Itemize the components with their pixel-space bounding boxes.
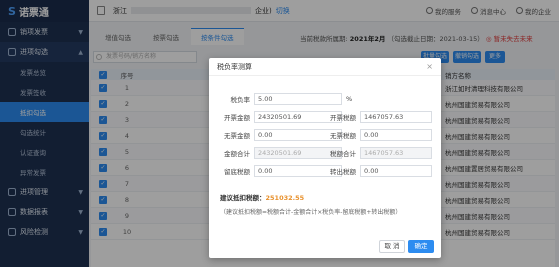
field-label: 无票金额 [224, 131, 250, 140]
cancel-button[interactable]: 取 消 [379, 240, 405, 253]
field-input[interactable]: 0.00 [360, 164, 432, 177]
field-row: 开票金额 24320501.69 [220, 110, 342, 123]
field-label: 开票金额 [224, 113, 250, 122]
field-row: 留底税额 0.00 [220, 164, 342, 177]
tax-rate-row: 税负率 5.00 % [220, 92, 352, 105]
field-label: 无票税额 [330, 131, 356, 140]
tax-rate-label: 税负率 [230, 95, 251, 104]
field-row: 无票税额 0.00 [326, 128, 432, 141]
dialog-header: 税负率测算 × [209, 58, 441, 76]
field-row: 金额合计 24320501.69 [220, 146, 342, 159]
field-label: 留底税额 [224, 167, 250, 176]
field-label: 金额合计 [224, 149, 250, 158]
field-row: 无票金额 0.00 [220, 128, 342, 141]
deduction-formula: （建议抵扣税额=税额合计-金额合计×税负率-留底税额+转出税额） [220, 209, 402, 216]
field-row: 税额合计 1467057.63 [326, 146, 432, 159]
field-input[interactable]: 1467057.63 [360, 110, 432, 123]
field-row: 转出税额 0.00 [326, 164, 432, 177]
confirm-button[interactable]: 确定 [408, 240, 434, 253]
field-input[interactable]: 0.00 [360, 128, 432, 141]
field-input: 1467057.63 [360, 146, 432, 159]
field-label: 转出税额 [330, 167, 356, 176]
dialog-title: 税负率测算 [217, 62, 252, 71]
tax-burden-dialog: 税负率测算 × 税负率 5.00 % 开票金额 24320501.69 开票税额 14… [209, 58, 441, 258]
deduct-label: 建议抵扣税额： [220, 194, 266, 202]
field-label: 税额合计 [330, 149, 356, 158]
deduct-amount: 251032.55 [265, 194, 305, 202]
suggested-deduction: 建议抵扣税额：251032.55 [220, 192, 304, 202]
tax-rate-input[interactable]: 5.00 [254, 92, 342, 105]
dialog-footer: 取 消 确定 [209, 234, 441, 258]
close-icon[interactable]: × [426, 62, 433, 71]
field-label: 开票税额 [330, 113, 356, 122]
field-row: 开票税额 1467057.63 [326, 110, 432, 123]
tax-rate-unit: % [346, 94, 353, 103]
